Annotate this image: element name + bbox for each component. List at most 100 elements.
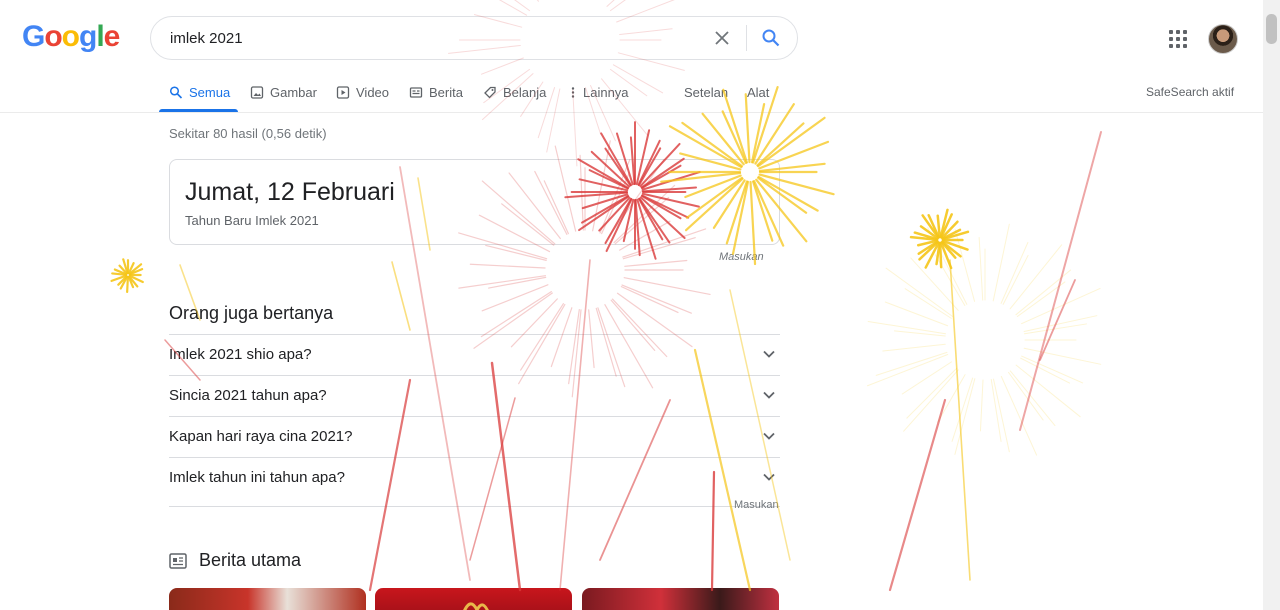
firework-spark [949, 259, 971, 581]
paa-question[interactable]: Kapan hari raya cina 2021? [169, 416, 780, 457]
paa-question[interactable]: Imlek tahun ini tahun apa? [169, 457, 780, 498]
logo-letter: l [96, 20, 104, 53]
apps-grid-icon[interactable] [1166, 27, 1190, 51]
search-button[interactable] [751, 18, 791, 58]
tab-berita[interactable]: Berita [409, 82, 463, 102]
firework-spark [1039, 279, 1076, 361]
firework-spark [128, 268, 144, 276]
safesearch-link[interactable]: SafeSearch aktif [1146, 82, 1234, 102]
news-thumbnail[interactable] [582, 588, 779, 610]
paa-question[interactable]: Sincia 2021 tahun apa? [169, 375, 780, 416]
search-icon [762, 29, 780, 47]
firework-spark [882, 343, 946, 352]
paa-question-text: Kapan hari raya cina 2021? [169, 428, 353, 445]
firework-spark [934, 254, 966, 306]
firework-spark [924, 241, 940, 269]
tab-lainnya[interactable]: Lainnya [566, 82, 629, 102]
firework-spark [866, 354, 949, 387]
firework-spark [122, 258, 129, 275]
firework-spark [126, 275, 130, 293]
tab-label: Alat [747, 84, 770, 100]
firework-spark [1000, 376, 1038, 456]
news-thumbnail[interactable] [169, 588, 366, 610]
firework-spark [1015, 364, 1081, 418]
firework-spark [1023, 315, 1098, 332]
firework-spark [941, 239, 969, 251]
firework-spark [939, 208, 949, 239]
image-icon [250, 85, 264, 99]
scrollbar-thumb[interactable] [1266, 14, 1277, 44]
tab-alat[interactable]: Alat [747, 82, 769, 102]
firework-spark [117, 275, 128, 286]
safesearch-label: SafeSearch aktif [1146, 85, 1235, 99]
firework-spark [916, 239, 939, 247]
logo-letter: o [61, 20, 80, 53]
firework-spark [918, 240, 940, 261]
answer-sub: Tahun Baru Imlek 2021 [185, 213, 319, 228]
tab-label: Video [356, 84, 390, 100]
firework-spark [1024, 323, 1087, 335]
firework-spark [119, 275, 129, 290]
firework-spark [514, 0, 531, 12]
firework-spark [1002, 254, 1029, 305]
video-icon [336, 85, 350, 99]
news-icon [409, 86, 423, 98]
firework-spark [481, 284, 549, 312]
firework-spark [498, 0, 528, 16]
tab-semua[interactable]: Semua [169, 82, 230, 102]
chevron-down-icon [763, 432, 775, 440]
news-thumbnail[interactable] [375, 588, 572, 610]
tab-setelan[interactable]: Setelan [684, 82, 728, 102]
paa-question[interactable]: Imlek 2021 shio apa? [169, 334, 780, 375]
user-avatar[interactable] [1208, 24, 1238, 54]
firework-spark [906, 367, 958, 419]
firework-spark [624, 259, 688, 267]
close-icon [715, 31, 729, 45]
firework-spark [391, 261, 411, 331]
firework-spark [919, 225, 939, 240]
firework-spark [1016, 281, 1066, 317]
firework-spark [1019, 131, 1102, 431]
firework-spark [485, 244, 547, 261]
page-scrollbar[interactable] [1263, 0, 1280, 610]
firework-spark [978, 236, 984, 301]
chevron-down-icon [763, 391, 775, 399]
firework-spark [754, 103, 795, 165]
firework-spark [939, 241, 953, 270]
chevron-down-icon [763, 350, 775, 358]
firework-spark [990, 379, 1002, 442]
firework-spark [127, 262, 135, 275]
tab-belanja[interactable]: Belanja [483, 82, 546, 102]
answer-feedback-link[interactable]: Masukan [719, 251, 764, 263]
firework-spark [954, 378, 976, 455]
firework-spark [1020, 357, 1071, 384]
firework-spark [885, 267, 954, 317]
tab-label: Belanja [503, 84, 547, 100]
paa-question-text: Sincia 2021 tahun apa? [169, 387, 327, 404]
firework-spark [128, 274, 144, 284]
firework-spark [620, 286, 679, 314]
gold-ornament-icon [463, 602, 489, 610]
firework-spark [701, 112, 745, 166]
logo-letter: G [22, 20, 45, 53]
answer-main: Jumat, 12 Februari [185, 178, 395, 206]
tab-video[interactable]: Video [336, 82, 389, 102]
firework-spark [1021, 287, 1101, 325]
news-title: Berita utama [199, 550, 302, 570]
tab-label: Setelan [684, 84, 729, 100]
firework-spark [921, 214, 940, 239]
google-logo[interactable]: Google [22, 20, 120, 54]
clear-search-button[interactable] [702, 18, 742, 58]
paa-title: Orang juga bertanya [169, 303, 334, 323]
search-input[interactable] [170, 29, 702, 47]
firework-spark [867, 320, 946, 335]
firework-spark [903, 369, 959, 432]
paa-feedback-link[interactable]: Masukan [734, 499, 779, 511]
firework-spark [951, 377, 974, 442]
tab-gambar[interactable]: Gambar [250, 82, 317, 102]
firework-spark [1000, 241, 1029, 304]
firework-spark [940, 220, 959, 240]
search-icon [169, 85, 183, 99]
firework-spark [606, 0, 615, 7]
firework-spark [1009, 370, 1056, 427]
